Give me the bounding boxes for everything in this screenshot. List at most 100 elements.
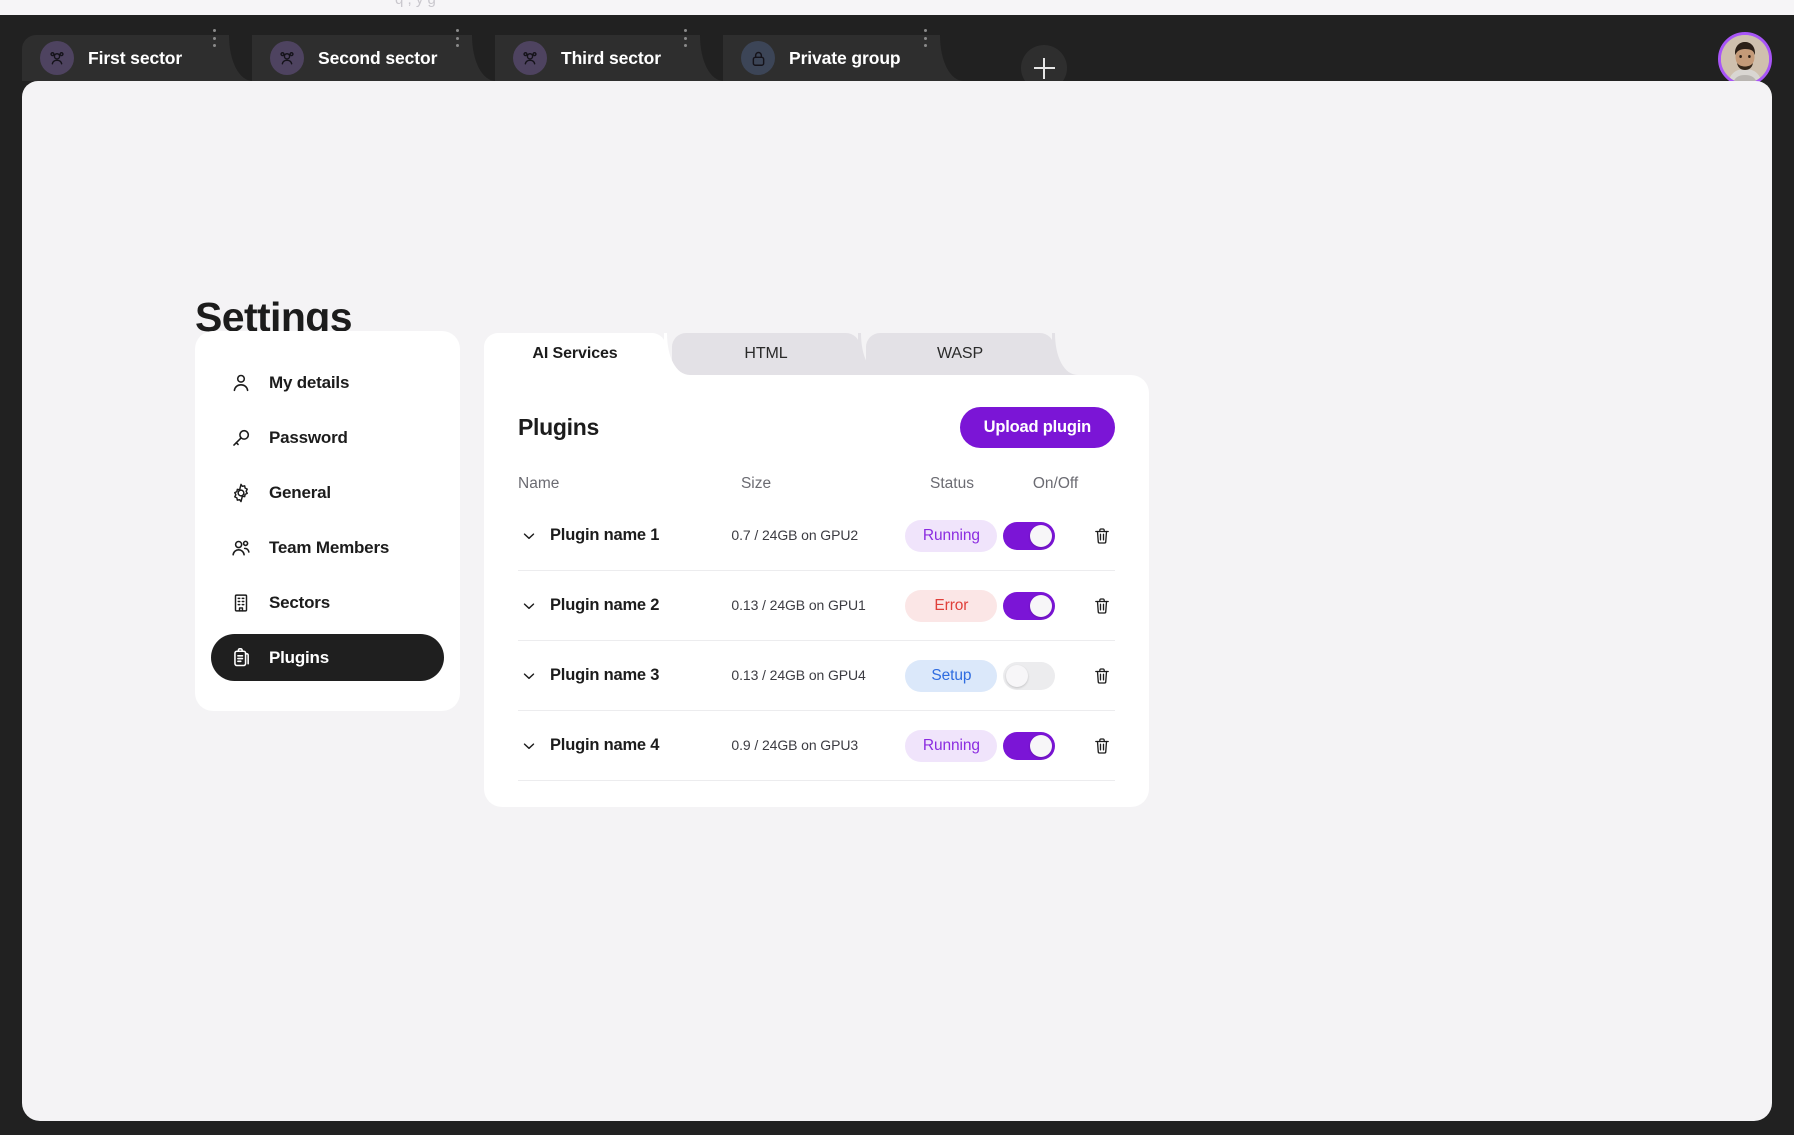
cell-size: 0.7 / 24GB on GPU2	[731, 527, 899, 545]
browser-tab-2[interactable]: Second sector	[252, 35, 470, 81]
lock-icon	[741, 41, 775, 75]
panel-tab-label: HTML	[744, 345, 787, 363]
toggle-knob	[1030, 595, 1052, 617]
chevron-down-icon[interactable]	[518, 595, 540, 617]
browser-tab-menu-button[interactable]	[676, 27, 694, 49]
dot	[924, 29, 927, 32]
cell-name: Plugin name 3	[518, 665, 731, 687]
sidebar-item-password[interactable]: Password	[211, 414, 444, 461]
users-icon	[229, 536, 253, 560]
plugin-name: Plugin name 2	[550, 596, 659, 615]
column-header-name: Name	[518, 475, 741, 493]
plugins-panel: Plugins Upload plugin Name Size Status O…	[484, 375, 1149, 807]
panel-tab-html[interactable]: HTML	[672, 333, 860, 375]
browser-tab-label: Private group	[789, 48, 901, 69]
sidebar-item-my-details[interactable]: My details	[211, 359, 444, 406]
dot	[213, 37, 216, 40]
dot	[456, 29, 459, 32]
cell-status: Error	[900, 590, 1003, 622]
table-row: Plugin name 20.13 / 24GB on GPU1Error	[518, 571, 1115, 641]
sidebar-item-team-members[interactable]: Team Members	[211, 524, 444, 571]
trash-icon[interactable]	[1089, 523, 1115, 549]
chevron-down-icon[interactable]	[518, 735, 540, 757]
status-badge: Error	[905, 590, 997, 622]
dot	[456, 44, 459, 47]
plugin-size: 0.7 / 24GB on GPU2	[731, 527, 858, 543]
browser-tab-label: Third sector	[561, 48, 661, 69]
tab-slant-edge	[225, 35, 253, 81]
toggle-knob	[1006, 665, 1028, 687]
sidebar-item-label: General	[269, 483, 331, 503]
window-top-sliver: q , y g	[0, 0, 1794, 15]
sidebar-item-label: My details	[269, 373, 349, 393]
clipped-background-text: q , y g	[395, 0, 436, 8]
cell-onoff	[1003, 662, 1089, 690]
people-icon	[270, 41, 304, 75]
browser-tab-label: First sector	[88, 48, 182, 69]
plugin-name: Plugin name 1	[550, 526, 659, 545]
people-icon	[40, 41, 74, 75]
settings-nav-card: My details Password General Team Members Sec…	[195, 331, 460, 711]
browser-tab-1[interactable]: First sector	[22, 35, 227, 81]
panel-tab-label: AI Services	[532, 345, 617, 363]
dot	[213, 44, 216, 47]
toggle-knob	[1030, 735, 1052, 757]
plugin-toggle[interactable]	[1003, 522, 1055, 550]
people-icon	[513, 41, 547, 75]
table-row: Plugin name 1 0.7 / 24GB on GPU2 Running	[518, 501, 1115, 571]
cell-name: Plugin name 1	[518, 525, 731, 547]
panel-tab-slant-edge	[1052, 333, 1078, 375]
tab-slant-edge	[936, 35, 964, 81]
panel-title: Plugins	[518, 414, 599, 441]
table-header-row: Name Size Status On/Off	[518, 467, 1115, 501]
chevron-down-icon[interactable]	[518, 665, 540, 687]
panel-tab-wasp[interactable]: WASP	[866, 333, 1054, 375]
sidebar-item-sectors[interactable]: Sectors	[211, 579, 444, 626]
dot	[213, 29, 216, 32]
sidebar-item-label: Plugins	[269, 648, 329, 668]
plugin-size: 0.13 / 24GB on GPU4	[731, 667, 865, 683]
browser-tab-3[interactable]: Third sector	[495, 35, 698, 81]
column-header-size: Size	[741, 475, 917, 493]
plugin-name: Plugin name 4	[550, 736, 659, 755]
column-header-status: Status	[917, 475, 1025, 493]
panel-tab-ai-services[interactable]: AI Services	[484, 333, 666, 375]
plugin-toggle[interactable]	[1003, 732, 1055, 760]
plugins-panel-wrapper: AI Services HTML WASP Plugins Upload plugi…	[484, 333, 1149, 807]
browser-tab-menu-button[interactable]	[448, 27, 466, 49]
status-badge: Running	[905, 520, 997, 552]
cell-onoff	[1003, 592, 1089, 620]
cell-actions	[1089, 733, 1115, 759]
content-canvas: Settings My detailsPasswordGeneralTeam M…	[22, 81, 1772, 1121]
browser-tab-4[interactable]: Private group	[723, 35, 938, 81]
cell-actions	[1089, 663, 1115, 689]
browser-tab-menu-button[interactable]	[916, 27, 934, 49]
cell-onoff	[1003, 522, 1089, 550]
cell-name: Plugin name 2	[518, 595, 731, 617]
tab-slant-edge	[696, 35, 724, 81]
sidebar-item-general[interactable]: General	[211, 469, 444, 516]
plugin-name: Plugin name 3	[550, 666, 659, 685]
panel-tab-slant-edge	[664, 333, 690, 375]
chevron-down-icon[interactable]	[518, 525, 540, 547]
trash-icon[interactable]	[1089, 593, 1115, 619]
browser-tab-menu-button[interactable]	[205, 27, 223, 49]
gear-icon	[229, 481, 253, 505]
column-header-onoff: On/Off	[1025, 475, 1115, 493]
cell-actions	[1089, 593, 1115, 619]
plugins-table: Name Size Status On/Off Plugin name 1 0.7…	[518, 467, 1115, 781]
plugin-toggle[interactable]	[1003, 592, 1055, 620]
sidebar-item-plugins[interactable]: Plugins	[211, 634, 444, 681]
plugin-toggle[interactable]	[1003, 662, 1055, 690]
upload-plugin-button[interactable]: Upload plugin	[960, 407, 1115, 448]
clipboard-icon	[229, 646, 253, 670]
tab-strip: First sector Second sector Third sector Pri…	[0, 15, 1794, 81]
trash-icon[interactable]	[1089, 733, 1115, 759]
trash-icon[interactable]	[1089, 663, 1115, 689]
dot	[684, 37, 687, 40]
dot	[684, 44, 687, 47]
avatar[interactable]	[1718, 32, 1772, 86]
building-icon	[229, 591, 253, 615]
dot	[684, 29, 687, 32]
plugin-size: 0.9 / 24GB on GPU3	[731, 737, 858, 753]
